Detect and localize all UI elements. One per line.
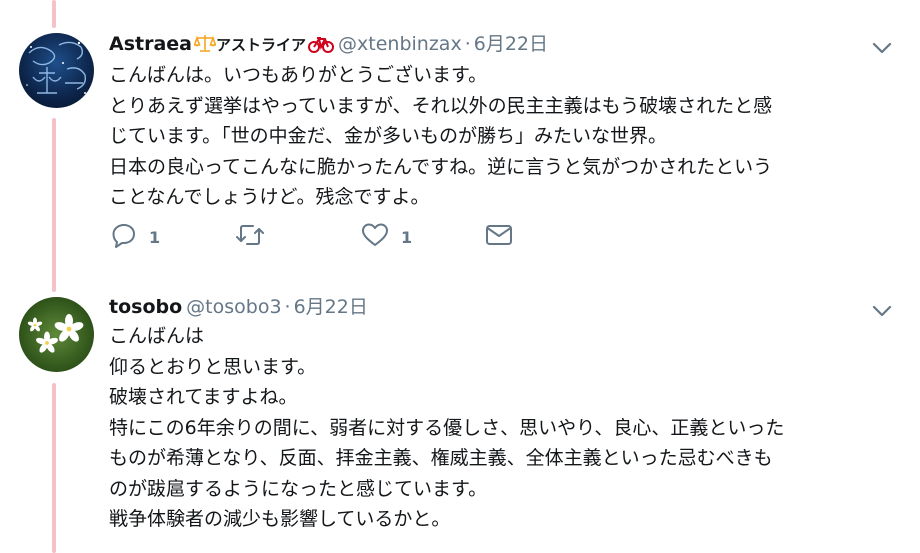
separator-dot: · [284,296,291,318]
avatar-tosobo[interactable] [19,297,94,372]
tweet-header: tosobo @tosobo3 · 6月22日 [109,293,890,321]
tweet-date[interactable]: 6月22日 [474,33,548,55]
heart-icon [361,222,389,252]
display-name-suffix[interactable]: アストライア [216,36,306,54]
tweet-header: Astraea アストライア @xtenbinzax · 6月22日 [109,30,890,58]
reply-button[interactable]: 1 [111,222,235,252]
tweet-line: こんばんは [109,325,205,347]
like-button[interactable]: 1 [361,222,485,252]
tweet-text: こんばんは。いつもありがとうございます。 とりあえず選挙はやっていますが、それ以… [109,60,890,213]
tweet-line: じています。「世の中金だ、金が多いものが勝ち」みたいな世界。 [109,125,668,147]
retweet-icon [235,222,265,252]
tweet-astraea[interactable]: Astraea アストライア @xtenbinzax · 6月22日 こんばんは。いつも… [0,30,920,270]
tweet-date[interactable]: 6月22日 [294,296,368,318]
tweet-content: tosobo @tosobo3 · 6月22日 こんばんは 仰るとおりと思います。 破… [109,293,892,535]
separator-dot: · [464,33,471,55]
chevron-down-icon[interactable] [870,299,894,323]
scales-icon [193,33,217,61]
avatar-flowers-image [19,297,94,372]
thread-line-top [52,0,56,28]
display-name[interactable]: tosobo [109,296,182,318]
user-handle[interactable]: @tosobo3 [186,296,281,318]
tweet-line: 破壊されてますよね。 [109,386,298,408]
bicycle-icon [308,33,335,61]
reply-icon [111,222,137,252]
tweet-text: こんばんは 仰るとおりと思います。 破壊されてますよね。 特にこの6年余りの間に… [109,321,890,535]
like-count: 1 [401,227,413,247]
envelope-icon [485,223,513,251]
user-handle[interactable]: @xtenbinzax [338,33,462,55]
tweet-actions: 1 1 [109,222,525,252]
tweet-line: 日本の良心ってこんなに脆かったんですね。逆に言うと気がつかされたという [109,155,773,178]
tweet-line: ことなんでしょうけど。残念ですよ。 [109,186,430,208]
tweet-line: のが跋扈するようになったと感じています。 [109,477,488,500]
chevron-down-icon[interactable] [870,36,894,60]
avatar-astraea[interactable] [19,33,94,108]
tweet-tosobo[interactable]: tosobo @tosobo3 · 6月22日 こんばんは 仰るとおりと思います。 破… [0,293,920,553]
retweet-button[interactable] [235,222,361,252]
tweet-line: こんばんは。いつもありがとうございます。 [109,64,488,86]
display-name[interactable]: Astraea [109,33,192,55]
direct-message-button[interactable] [485,223,525,251]
tweet-content: Astraea アストライア @xtenbinzax · 6月22日 こんばんは。いつも… [109,30,892,248]
tweet-line: 仰るとおりと思います。 [109,355,317,378]
tweet-line: 特にこの6年余りの間に、弱者に対する優しさ、思いやり、良心、正義といった [109,416,785,439]
avatar-constellation-image [19,33,94,108]
reply-count: 1 [149,227,161,247]
tweet-line: 戦争体験者の減少も影響しているかと。 [109,508,451,530]
tweet-line: ものが希薄となり、反面、拝金主義、権威主義、全体主義といった忌むべきも [109,447,773,469]
tweet-line: とりあえず選挙はやっていますが、それ以外の民主主義はもう破壊されたと感 [109,94,773,117]
